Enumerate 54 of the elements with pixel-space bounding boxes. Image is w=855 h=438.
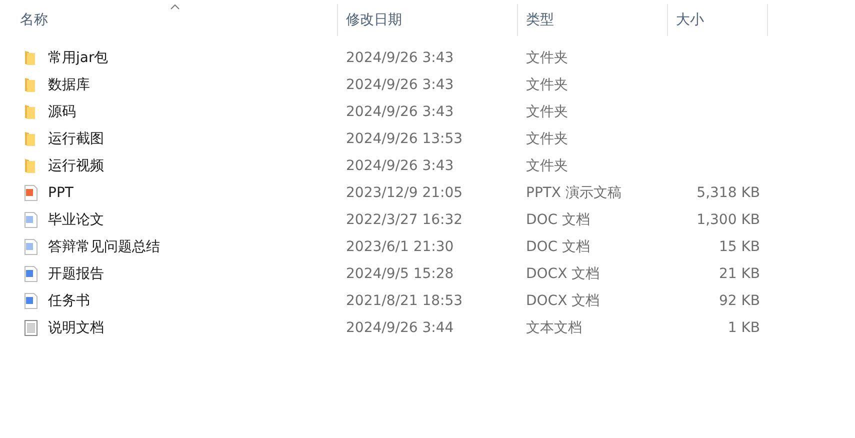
folder-icon — [24, 158, 36, 174]
folder-icon — [24, 104, 36, 120]
file-type: 文件夹 — [526, 48, 568, 66]
document-file-icon — [24, 238, 38, 254]
folder-icon — [24, 50, 36, 66]
file-name[interactable]: 说明文档 — [48, 318, 104, 336]
modified-date: 2024/9/26 3:43 — [346, 76, 454, 92]
file-type: DOC 文档 — [526, 210, 590, 228]
file-name[interactable]: 运行截图 — [48, 130, 104, 148]
file-name[interactable]: 常用jar包 — [48, 48, 108, 66]
file-name[interactable]: 任务书 — [48, 292, 90, 310]
modified-date: 2023/12/9 21:05 — [346, 184, 463, 200]
file-size: 1 KB — [728, 320, 760, 336]
document-file-icon — [24, 266, 38, 282]
folder-icon — [24, 130, 36, 146]
modified-date: 2021/8/21 18:53 — [346, 292, 463, 308]
file-type: DOCX 文档 — [526, 292, 600, 310]
file-type: DOC 文档 — [526, 238, 590, 256]
file-size: 92 KB — [718, 292, 760, 308]
column-header[interactable]: 类型 — [526, 11, 554, 29]
modified-date: 2022/3/27 16:32 — [346, 212, 463, 228]
file-type: 文件夹 — [526, 76, 568, 94]
file-type: DOCX 文档 — [526, 264, 600, 282]
file-size: 1,300 KB — [696, 212, 760, 228]
file-name[interactable]: 开题报告 — [48, 264, 104, 282]
file-type: 文件夹 — [526, 102, 568, 120]
modified-date: 2024/9/26 3:44 — [346, 320, 454, 336]
file-type: 文件夹 — [526, 156, 568, 174]
file-type: 文件夹 — [526, 130, 568, 148]
modified-date: 2024/9/26 3:43 — [346, 50, 454, 66]
folder-icon — [24, 76, 36, 92]
modified-date: 2023/6/1 21:30 — [346, 238, 454, 254]
document-file-icon — [24, 212, 38, 228]
text-file-icon — [24, 320, 38, 336]
presentation-file-icon — [24, 184, 38, 200]
file-size: 5,318 KB — [696, 184, 760, 200]
column-header[interactable]: 名称 — [20, 11, 48, 29]
modified-date: 2024/9/26 13:53 — [346, 130, 463, 146]
column-header[interactable]: 修改日期 — [346, 11, 402, 29]
modified-date: 2024/9/26 3:43 — [346, 104, 454, 120]
file-name[interactable]: 运行视频 — [48, 156, 104, 174]
file-name[interactable]: PPT — [48, 184, 74, 200]
file-name[interactable]: 数据库 — [48, 76, 90, 94]
modified-date: 2024/9/5 15:28 — [346, 266, 454, 282]
modified-date: 2024/9/26 3:43 — [346, 158, 454, 174]
file-size: 21 KB — [718, 266, 760, 282]
document-file-icon — [24, 292, 38, 308]
column-header[interactable]: 大小 — [676, 11, 704, 29]
file-name[interactable]: 毕业论文 — [48, 210, 104, 228]
file-type: PPTX 演示文稿 — [526, 184, 622, 202]
file-name[interactable]: 答辩常见问题总结 — [48, 238, 160, 256]
file-size: 15 KB — [718, 238, 760, 254]
file-type: 文本文档 — [526, 318, 582, 336]
file-name[interactable]: 源码 — [48, 102, 76, 120]
